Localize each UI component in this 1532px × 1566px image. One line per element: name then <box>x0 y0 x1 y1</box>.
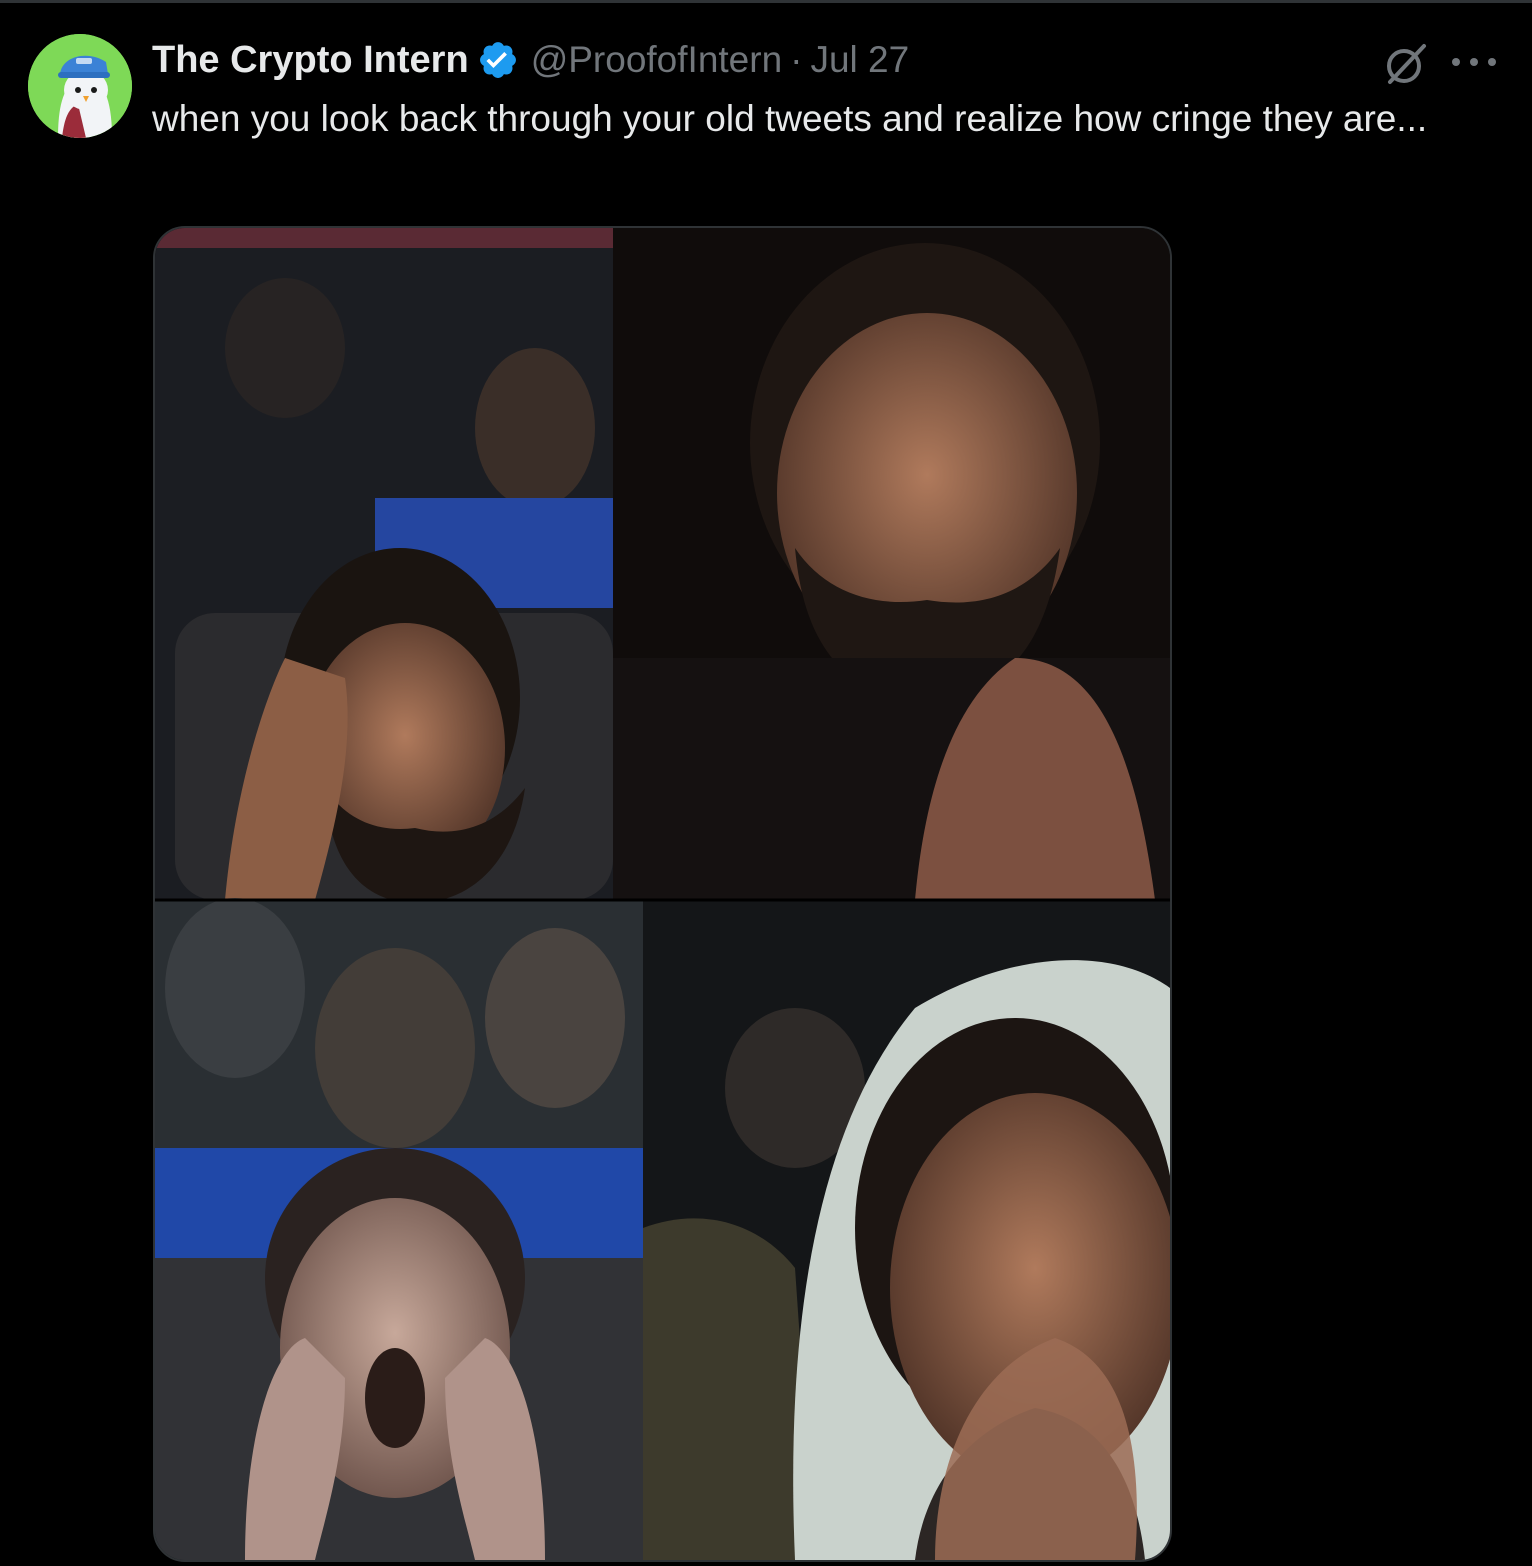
separator-dot: · <box>790 39 803 80</box>
tweet-header: The Crypto Intern @ProofofIntern · Jul 2… <box>152 36 909 84</box>
panel-bottom-right <box>643 900 1170 1560</box>
grok-icon[interactable] <box>1382 40 1430 88</box>
verified-badge-icon <box>477 39 519 81</box>
more-dot <box>1488 58 1496 66</box>
panel-top-right <box>613 228 1170 900</box>
tweet-date[interactable]: Jul 27 <box>810 39 909 81</box>
author-avatar[interactable] <box>28 34 132 138</box>
author-handle[interactable]: @ProofofIntern <box>531 39 782 81</box>
tweet-text: when you look back through your old twee… <box>152 98 1428 139</box>
author-name[interactable]: The Crypto Intern <box>152 39 469 82</box>
media-meme-image <box>155 228 1170 1560</box>
more-dot <box>1452 58 1460 66</box>
more-options-icon[interactable] <box>1452 52 1496 72</box>
panel-bottom-left <box>155 898 643 1560</box>
tweet-media-grid[interactable] <box>153 226 1172 1562</box>
panel-top-left <box>155 228 613 903</box>
penguin-avatar-icon <box>28 34 132 138</box>
more-dot <box>1470 58 1478 66</box>
top-divider <box>0 0 1532 3</box>
